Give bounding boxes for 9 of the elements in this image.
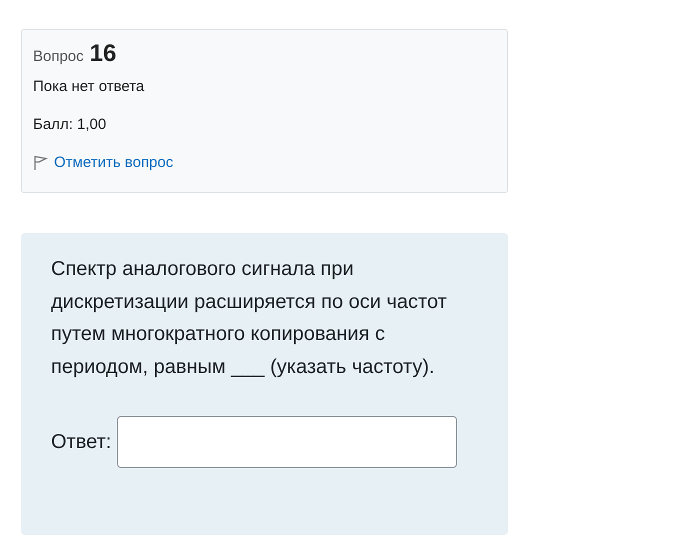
question-number: 16 (90, 40, 116, 68)
flag-icon (33, 155, 48, 171)
question-label: Вопрос (33, 48, 84, 65)
question-text: Спектр аналогового сигнала при дискретизации расширяется по оси частот путем многократного копирования с периодом, равным ___ (указать частоту). (51, 257, 448, 380)
flag-question-link[interactable]: Отметить вопрос (33, 144, 174, 182)
answer-field[interactable] (117, 416, 458, 468)
answer-label: Ответ: (51, 430, 112, 454)
answer-status: Пока нет ответа (33, 77, 146, 97)
grade-text: Балл: 1,00 (33, 115, 108, 135)
